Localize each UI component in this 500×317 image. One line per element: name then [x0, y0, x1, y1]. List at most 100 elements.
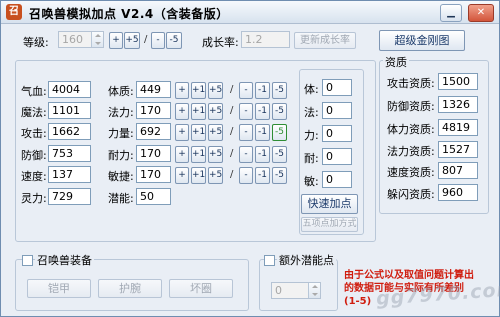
point-value[interactable]: 170 — [136, 166, 171, 183]
point-minus5-button[interactable]: -5 — [272, 103, 287, 120]
point-minus5-button[interactable]: -5 — [272, 167, 287, 184]
attr-value[interactable]: 1662 — [48, 123, 91, 140]
point-minus1-button[interactable]: -1 — [255, 103, 270, 120]
point-separator: / — [230, 105, 234, 116]
quick-value[interactable]: 0 — [322, 148, 352, 165]
attr-label: 魔法: — [21, 106, 47, 119]
quick-value[interactable]: 0 — [322, 102, 352, 119]
point-label: 体质: — [108, 85, 134, 98]
point-value[interactable]: 692 — [136, 123, 171, 140]
point-plus5-button[interactable]: +5 — [208, 146, 223, 163]
aptitude-title: 资质 — [383, 54, 409, 70]
level-label: 等级: — [23, 36, 49, 49]
title-bar[interactable]: 召 召唤兽模拟加点 V2.4（含装备版） ▁ ✕ — [1, 1, 499, 24]
quick-label: 法: — [304, 106, 319, 119]
point-minus-button[interactable]: - — [239, 124, 253, 141]
attr-value[interactable]: 137 — [48, 166, 91, 183]
quick-allocate-button[interactable]: 快速加点 — [301, 194, 358, 214]
catalog-button[interactable]: 超级金刚图 — [379, 30, 465, 51]
point-plus1-button[interactable]: +1 — [191, 146, 206, 163]
equip-bracer-button[interactable]: 护腕 — [98, 279, 162, 298]
point-minus-button[interactable]: - — [239, 103, 253, 120]
point-minus-button[interactable]: - — [239, 167, 253, 184]
level-minus5-button[interactable]: -5 — [166, 32, 182, 49]
equip-ring-button[interactable]: 坏圈 — [169, 279, 233, 298]
extra-spinner[interactable] — [308, 283, 320, 298]
equipment-checkbox[interactable] — [22, 255, 33, 266]
attr-value[interactable]: 4004 — [48, 81, 91, 98]
point-value[interactable]: 170 — [136, 102, 171, 119]
level-minus-button[interactable]: - — [151, 32, 165, 49]
point-value[interactable]: 449 — [136, 81, 171, 98]
attr-label: 攻击: — [21, 127, 47, 140]
potential-label: 潜能: — [108, 192, 134, 205]
aptitude-value[interactable]: 960 — [438, 184, 478, 201]
aptitude-value[interactable]: 1500 — [438, 73, 478, 90]
point-plus-button[interactable]: + — [175, 146, 189, 163]
point-minus5-button[interactable]: -5 — [272, 82, 287, 99]
quick-value[interactable]: 0 — [322, 125, 352, 142]
point-separator: / — [230, 169, 234, 180]
point-plus-button[interactable]: + — [175, 167, 189, 184]
point-plus1-button[interactable]: +1 — [191, 124, 206, 141]
attr-value[interactable]: 729 — [48, 188, 91, 205]
point-plus-button[interactable]: + — [175, 124, 189, 141]
close-button[interactable]: ✕ — [468, 4, 494, 22]
extra-checkbox[interactable] — [264, 255, 275, 266]
aptitude-label: 速度资质: — [387, 166, 435, 179]
aptitude-label: 体力资质: — [387, 123, 435, 136]
point-minus5-button[interactable]: -5 — [272, 124, 287, 141]
level-spinner[interactable] — [91, 32, 103, 47]
point-plus5-button[interactable]: +5 — [208, 167, 223, 184]
attr-label: 灵力: — [21, 192, 47, 205]
point-minus1-button[interactable]: -1 — [255, 146, 270, 163]
quick-value[interactable]: 0 — [322, 79, 352, 96]
quick-label: 耐: — [304, 152, 319, 165]
potential-value[interactable]: 50 — [136, 188, 171, 205]
point-plus5-button[interactable]: +5 — [208, 82, 223, 99]
point-plus1-button[interactable]: +1 — [191, 167, 206, 184]
quick-value[interactable]: 0 — [322, 171, 352, 188]
aptitude-label: 攻击资质: — [387, 77, 435, 90]
pet-app-icon: 召 — [6, 4, 22, 20]
attr-label: 防御: — [21, 149, 47, 162]
point-label: 敏捷: — [108, 170, 134, 183]
level-plus-button[interactable]: + — [109, 32, 123, 49]
quick-label: 敏: — [304, 175, 319, 188]
aptitude-value[interactable]: 807 — [438, 162, 478, 179]
window-title: 召唤兽模拟加点 V2.4（含装备版） — [29, 7, 229, 21]
aptitude-label: 法力资质: — [387, 145, 435, 158]
minimize-button[interactable]: ▁ — [440, 4, 462, 22]
point-plus1-button[interactable]: +1 — [191, 82, 206, 99]
five-mode-button[interactable]: 五项点加方式 — [301, 217, 358, 232]
point-minus1-button[interactable]: -1 — [255, 82, 270, 99]
point-plus5-button[interactable]: +5 — [208, 124, 223, 141]
attr-value[interactable]: 753 — [48, 145, 91, 162]
level-separator: / — [144, 34, 148, 45]
point-minus1-button[interactable]: -1 — [255, 124, 270, 141]
update-growth-button[interactable]: 更新成长率 — [294, 32, 356, 49]
point-plus1-button[interactable]: +1 — [191, 103, 206, 120]
point-minus1-button[interactable]: -1 — [255, 167, 270, 184]
point-separator: / — [230, 126, 234, 137]
point-minus5-button[interactable]: -5 — [272, 146, 287, 163]
aptitude-label: 防御资质: — [387, 100, 435, 113]
aptitude-label: 躲闪资质: — [387, 188, 435, 201]
attr-label: 气血: — [21, 85, 47, 98]
point-separator: / — [230, 148, 234, 159]
point-plus-button[interactable]: + — [175, 103, 189, 120]
aptitude-value[interactable]: 1527 — [438, 141, 478, 158]
growth-input[interactable]: 1.2 — [241, 31, 290, 48]
point-minus-button[interactable]: - — [239, 146, 253, 163]
aptitude-value[interactable]: 4819 — [438, 119, 478, 136]
point-minus-button[interactable]: - — [239, 82, 253, 99]
aptitude-value[interactable]: 1326 — [438, 96, 478, 113]
point-plus-button[interactable]: + — [175, 82, 189, 99]
attr-value[interactable]: 1101 — [48, 102, 91, 119]
growth-label: 成长率: — [202, 36, 239, 49]
point-plus5-button[interactable]: +5 — [208, 103, 223, 120]
equip-armor-button[interactable]: 铠甲 — [27, 279, 91, 298]
point-value[interactable]: 170 — [136, 145, 171, 162]
level-plus5-button[interactable]: +5 — [124, 32, 140, 49]
attr-label: 速度: — [21, 170, 47, 183]
